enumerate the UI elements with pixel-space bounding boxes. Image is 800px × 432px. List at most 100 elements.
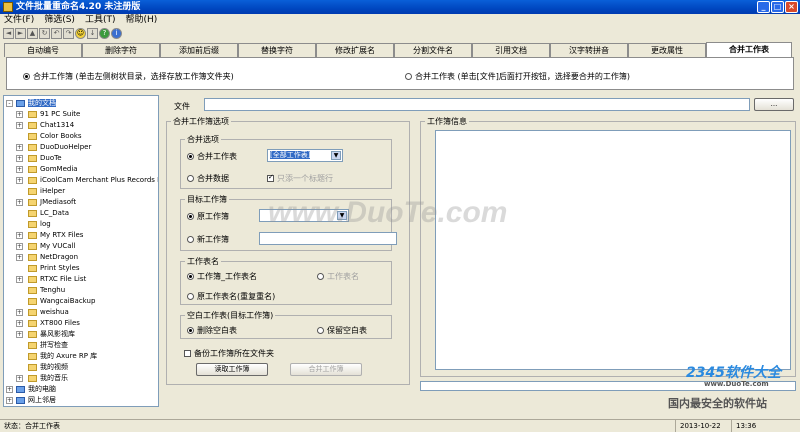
chevron-down-icon[interactable]: ▼	[331, 151, 341, 160]
close-button[interactable]: ×	[785, 1, 798, 13]
menu-file[interactable]: 文件(F)	[4, 14, 34, 26]
tree-item[interactable]: + DuoTe	[16, 153, 62, 164]
tree-item[interactable]: WangcaiBackup	[16, 296, 95, 307]
workbook-sheet-name-radio[interactable]	[187, 273, 194, 280]
undo-icon[interactable]: ↶	[51, 28, 62, 39]
read-workbook-button[interactable]: 读取工作簿	[196, 363, 268, 376]
tree-network[interactable]: + 网上邻居	[6, 395, 56, 406]
expand-icon[interactable]: +	[16, 331, 23, 338]
merge-workbook-option[interactable]: 合并工作簿 (单击左侧树状目录，选择存放工作簿文件夹)	[23, 71, 234, 82]
tree-item[interactable]: + XT800 Files	[16, 318, 80, 329]
merge-sheet-radio[interactable]	[187, 153, 194, 160]
original-sheet-name-radio[interactable]	[187, 293, 194, 300]
tab-merge-sheets[interactable]: 合并工作表	[706, 42, 792, 58]
sheet-select[interactable]: [全部工作表] ▼	[267, 149, 343, 162]
redo-icon[interactable]: ↷	[63, 28, 74, 39]
keep-blank-radio[interactable]	[317, 327, 324, 334]
expand-icon[interactable]: +	[16, 144, 23, 151]
new-workbook-input[interactable]	[259, 232, 397, 245]
expand-icon[interactable]: +	[16, 375, 23, 382]
tree-item[interactable]: + My RTX Files	[16, 230, 83, 241]
menu-filter[interactable]: 筛选(S)	[44, 14, 75, 26]
expand-icon[interactable]: +	[16, 166, 23, 173]
file-input[interactable]	[204, 98, 750, 111]
delete-blank-radio[interactable]	[187, 327, 194, 334]
merge-workbook-radio[interactable]	[23, 73, 30, 80]
browse-button[interactable]: ...	[754, 98, 794, 111]
backup-checkbox[interactable]	[184, 350, 191, 357]
tree-item[interactable]: Print Styles	[16, 263, 80, 274]
expand-icon[interactable]: +	[16, 199, 23, 206]
tree-item[interactable]: + Chat1314	[16, 120, 74, 131]
maximize-button[interactable]: □	[771, 1, 784, 13]
menu-help[interactable]: 帮助(H)	[125, 14, 157, 26]
tree-item[interactable]: Color Books	[16, 131, 82, 142]
tab-change-attributes[interactable]: 更改属性	[628, 43, 706, 57]
folder-tree[interactable]: - 我的文档 +91 PC Suite + Chat1314 Color Books…	[3, 95, 159, 407]
tab-delete-chars[interactable]: 删除字符	[82, 43, 160, 57]
tree-item[interactable]: + DuoDuoHelper	[16, 142, 91, 153]
help-icon[interactable]: ?	[99, 28, 110, 39]
merge-data-option[interactable]: 合并数据	[187, 173, 229, 184]
tree-root[interactable]: - 我的文档	[6, 98, 56, 109]
tree-item[interactable]: +91 PC Suite	[16, 109, 80, 120]
tree-item[interactable]: + iCoolCam Merchant Plus Records Fil	[16, 175, 158, 186]
merge-sheet-option[interactable]: 合并工作表	[187, 151, 237, 162]
tree-item[interactable]: + 暴风影视库	[16, 329, 75, 340]
tab-reference-doc[interactable]: 引用文档	[472, 43, 550, 57]
new-workbook-option[interactable]: 新工作簿	[187, 234, 229, 245]
refresh-icon[interactable]: ↻	[39, 28, 50, 39]
tree-computer[interactable]: + 我的电脑	[6, 384, 56, 395]
forward-icon[interactable]: ►	[15, 28, 26, 39]
tab-change-extension[interactable]: 修改扩展名	[316, 43, 394, 57]
expand-icon[interactable]: +	[16, 177, 23, 184]
original-sheet-name-option[interactable]: 原工作表名(重复重名)	[187, 291, 275, 302]
menu-tools[interactable]: 工具(T)	[85, 14, 116, 26]
expand-icon[interactable]: +	[16, 254, 23, 261]
sheet-name-radio[interactable]	[317, 273, 324, 280]
expand-icon[interactable]: +	[6, 397, 13, 404]
smiley-icon[interactable]: ☺	[75, 28, 86, 39]
minimize-button[interactable]: _	[757, 1, 770, 13]
tab-add-prefix-suffix[interactable]: 添加前后缀	[160, 43, 238, 57]
tree-item[interactable]: LC_Data	[16, 208, 69, 219]
tree-item[interactable]: 拼写检查	[16, 340, 68, 351]
collapse-icon[interactable]: -	[6, 100, 13, 107]
keep-blank-option[interactable]: 保留空白表	[317, 325, 367, 336]
back-icon[interactable]: ◄	[3, 28, 14, 39]
tree-item[interactable]: + 我的音乐	[16, 373, 68, 384]
expand-icon[interactable]: +	[16, 276, 23, 283]
expand-icon[interactable]: +	[16, 320, 23, 327]
delete-blank-option[interactable]: 删除空白表	[187, 325, 237, 336]
up-icon[interactable]: ▲	[27, 28, 38, 39]
tree-item[interactable]: + JMediasoft	[16, 197, 76, 208]
expand-icon[interactable]: +	[16, 155, 23, 162]
original-workbook-radio[interactable]	[187, 213, 194, 220]
merge-sheet-radio[interactable]	[405, 73, 412, 80]
tree-item[interactable]: 我的 Axure RP 库	[16, 351, 97, 362]
expand-icon[interactable]: +	[16, 111, 23, 118]
info-icon[interactable]: i	[111, 28, 122, 39]
tree-item[interactable]: Tenghu	[16, 285, 65, 296]
merge-workbook-button[interactable]: 合并工作簿	[290, 363, 362, 376]
tab-auto-number[interactable]: 自动编号	[4, 43, 82, 57]
tree-item[interactable]: iHelper	[16, 186, 65, 197]
tree-item[interactable]: + NetDragon	[16, 252, 78, 263]
tree-item[interactable]: + My VUCall	[16, 241, 75, 252]
merge-sheet-option[interactable]: 合并工作表 (单击[文件]后面打开按钮，选择要合并的工作簿)	[405, 71, 630, 82]
new-workbook-radio[interactable]	[187, 236, 194, 243]
tab-split-filename[interactable]: 分割文件名	[394, 43, 472, 57]
tree-item[interactable]: + RTXC File List	[16, 274, 86, 285]
backup-option[interactable]: 备份工作簿所在文件夹	[184, 348, 274, 359]
expand-icon[interactable]: +	[16, 243, 23, 250]
sheet-name-option[interactable]: 工作表名	[317, 271, 359, 282]
expand-icon[interactable]: +	[6, 386, 13, 393]
pin-icon[interactable]: ↓	[87, 28, 98, 39]
single-header-option[interactable]: 只添一个标题行	[267, 173, 333, 184]
expand-icon[interactable]: +	[16, 232, 23, 239]
original-workbook-option[interactable]: 原工作簿	[187, 211, 229, 222]
expand-icon[interactable]: +	[16, 309, 23, 316]
merge-data-radio[interactable]	[187, 175, 194, 182]
tree-item[interactable]: log	[16, 219, 51, 230]
single-header-checkbox[interactable]	[267, 173, 274, 182]
